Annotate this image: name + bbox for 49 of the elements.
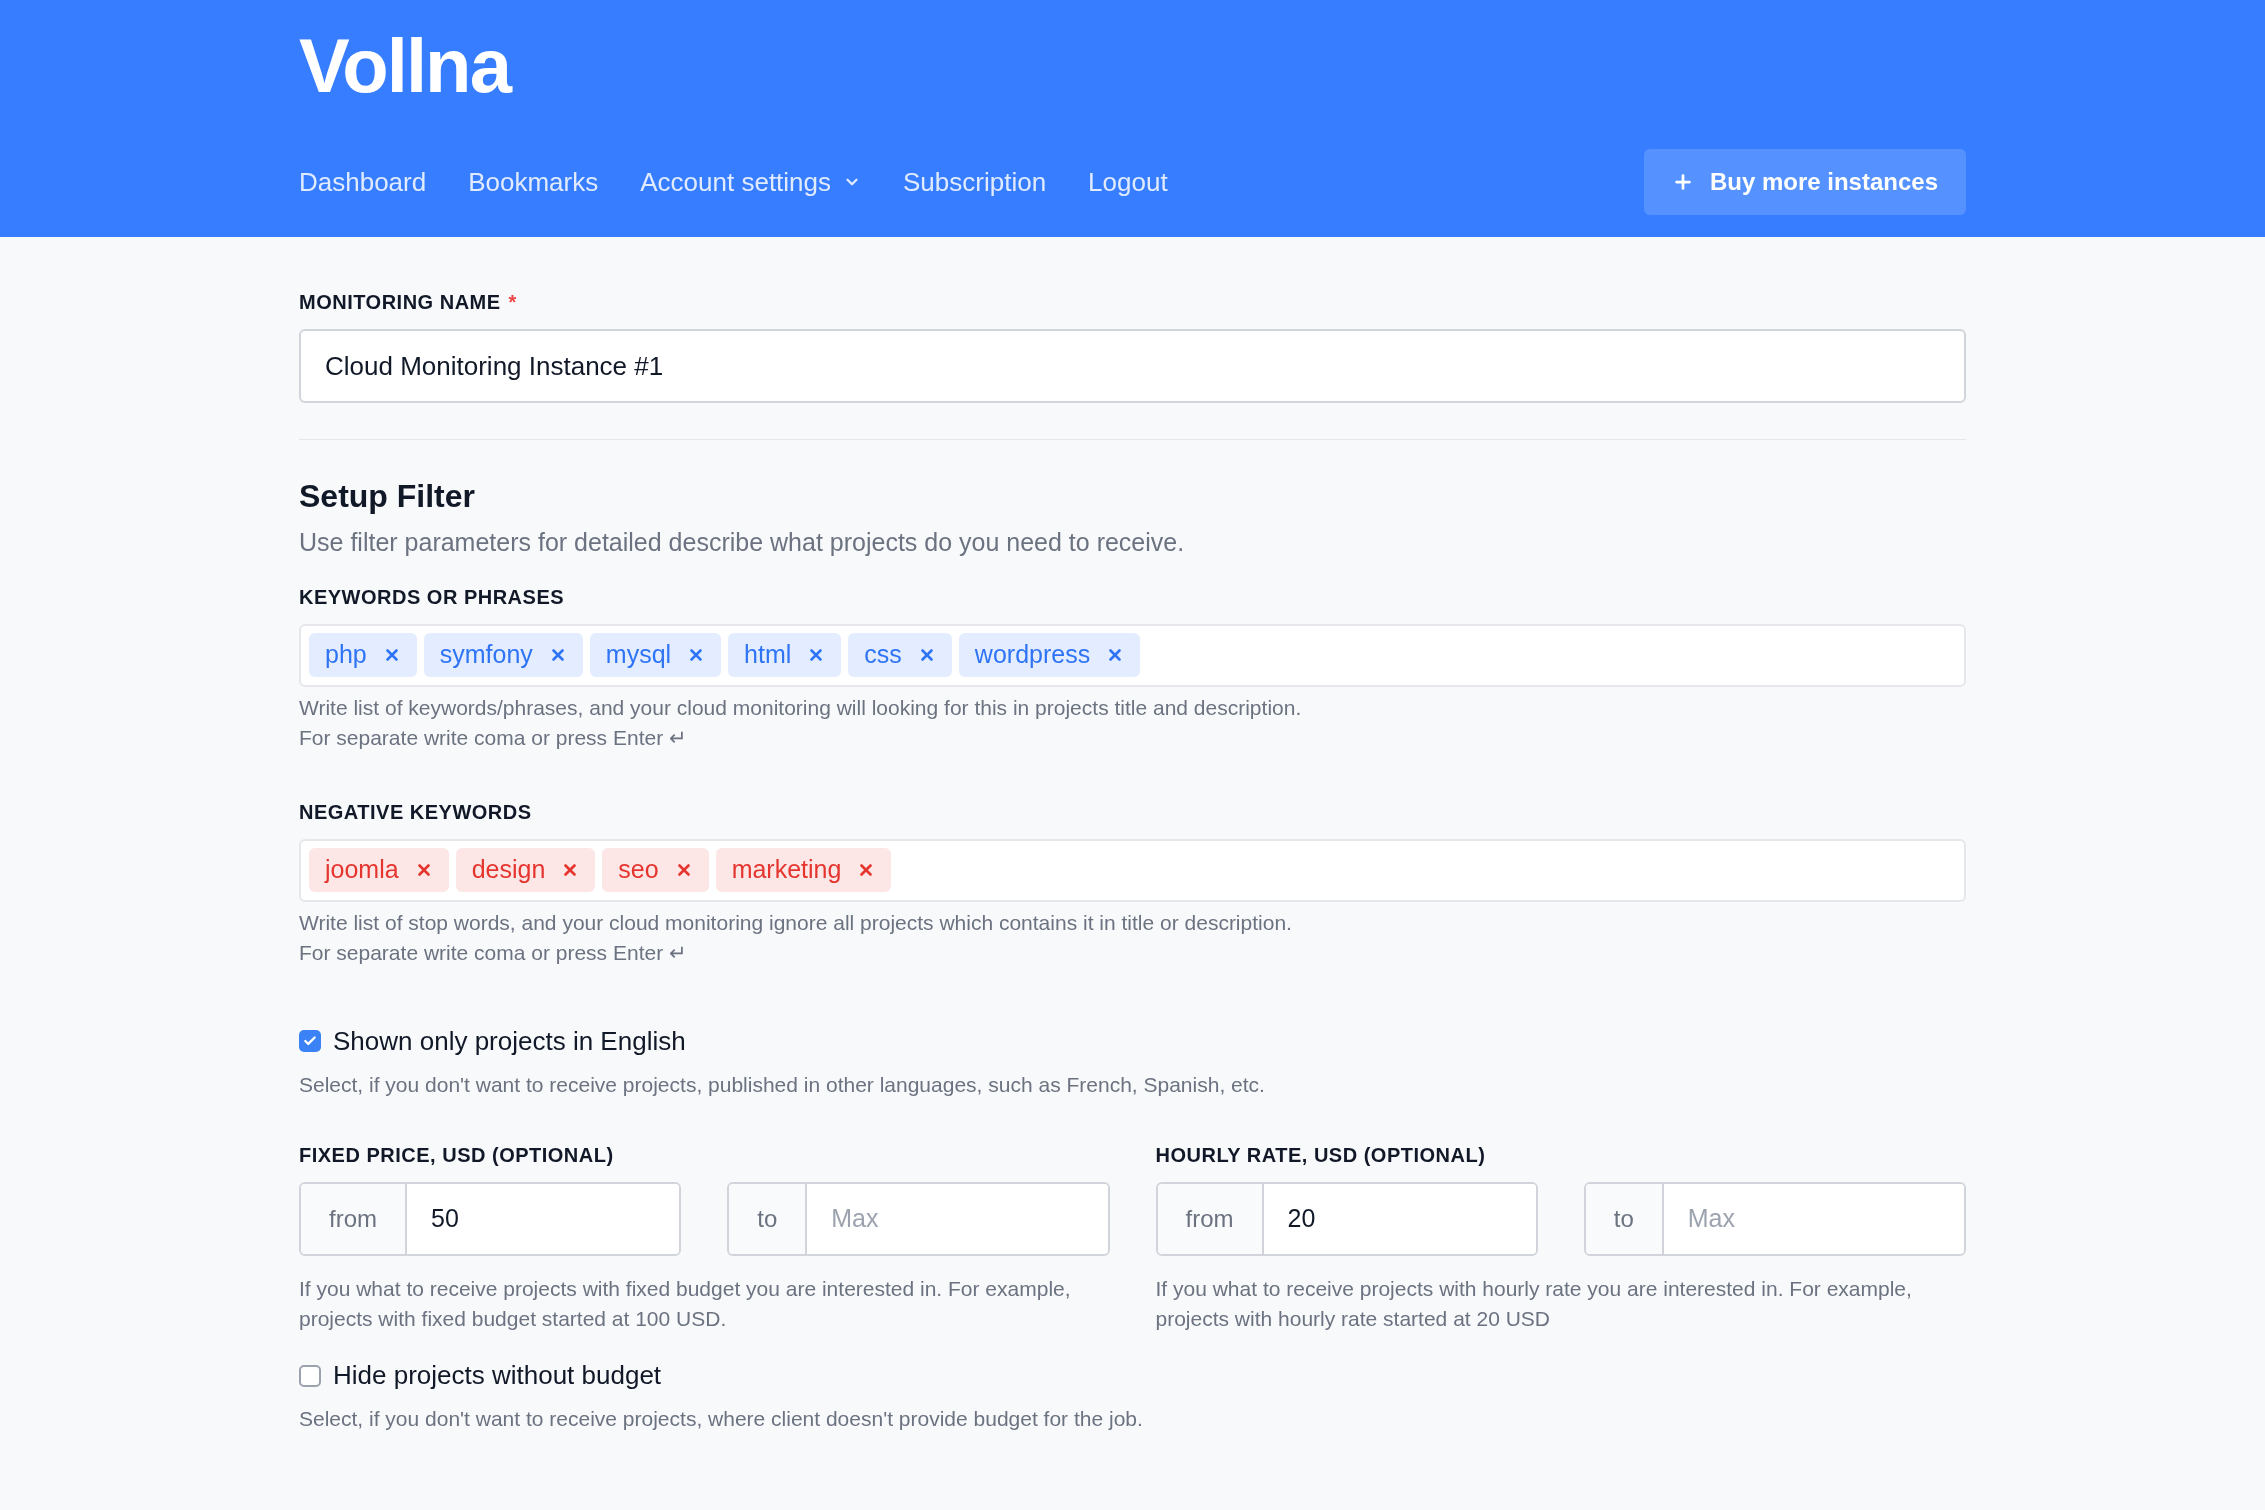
input-prefix: to (729, 1184, 808, 1254)
help-text: For separate write coma or press Enter ↵ (299, 724, 688, 751)
nav-link[interactable]: Subscription (903, 162, 1047, 202)
field-label: NEGATIVE KEYWORDS (299, 799, 532, 825)
field-label: HOURLY RATE, USD (OPTIONAL) (1155, 1143, 1486, 1168)
range-input[interactable]: from 50 (299, 1182, 682, 1256)
tag-input[interactable]: joomla design seo marketing (299, 838, 1966, 902)
input-prefix: from (1157, 1184, 1264, 1254)
nav-link[interactable]: Account settings (640, 162, 862, 202)
field-label: FIXED PRICE, USD (OPTIONAL) (299, 1143, 614, 1168)
tag-input[interactable]: php symfony mysql html css wordpress (299, 623, 1966, 687)
tag-chip[interactable]: symfony (423, 633, 583, 677)
tag-chip[interactable]: marketing (715, 848, 892, 892)
logo[interactable]: Vollna (299, 28, 1966, 104)
tag-chip[interactable]: design (455, 848, 596, 892)
help-text: If you what to receive projects with hourly rate you are interested in. For example, projects with hourly rate started at 20 USD (1155, 1276, 1913, 1332)
help-text: Select, if you don't want to receive projects, published in other languages, such as French, Spanish, etc. (299, 1071, 1266, 1098)
tag-chip[interactable]: css (848, 633, 952, 677)
help-text: For separate write coma or press Enter ↵ (299, 939, 688, 966)
range-input[interactable]: from 20 (1155, 1182, 1538, 1256)
name-input[interactable]: Cloud Monitoring Instance #1 (299, 329, 1966, 403)
input-prefix: to (1585, 1184, 1664, 1254)
help-text: Write list of keywords/phrases, and your cloud monitoring will looking for this in projects title and description. (299, 694, 1303, 721)
required-mark: * (508, 290, 517, 315)
tag-chip[interactable]: html (728, 633, 842, 677)
field-label: KEYWORDS OR PHRASES (299, 584, 565, 610)
nav-link[interactable]: Logout (1088, 162, 1168, 202)
buy-instances-button[interactable]: Buy more instances (1643, 149, 1966, 215)
help-text: If you what to receive projects with fixed budget you are interested in. For example, projects with fixed budget started at 100 USD. (299, 1276, 1072, 1332)
help-text: Select, if you don't want to receive projects, where client doesn't provide budget for the job. (299, 1406, 1144, 1432)
help-text: Write list of stop words, and your cloud monitoring ignore all projects which contains it in title or description. (299, 909, 1293, 936)
range-input[interactable]: to Max (727, 1182, 1110, 1256)
tag-chip[interactable]: seo (602, 848, 709, 892)
range-input[interactable]: to Max (1583, 1182, 1966, 1256)
nav-link[interactable]: Bookmarks (468, 162, 599, 202)
section-subtitle: Use filter parameters for detailed describe what projects do you need to receive. (299, 527, 1186, 558)
checkbox[interactable] (299, 1364, 321, 1387)
tag-chip[interactable]: mysql (589, 633, 722, 677)
checkbox-label: Hide projects without budget (333, 1359, 662, 1392)
tag-chip[interactable]: joomla (309, 848, 449, 892)
nav-link[interactable]: Dashboard (299, 162, 427, 202)
input-prefix: from (301, 1184, 407, 1254)
check-icon (303, 1034, 317, 1048)
section-title: Setup Filter (299, 477, 476, 516)
checkbox-label: Shown only projects in English (333, 1024, 686, 1058)
tag-chip[interactable]: php (309, 633, 417, 677)
tag-chip[interactable]: wordpress (958, 633, 1141, 677)
checkbox[interactable] (299, 1030, 321, 1052)
field-label: MONITORING NAME (299, 290, 501, 315)
